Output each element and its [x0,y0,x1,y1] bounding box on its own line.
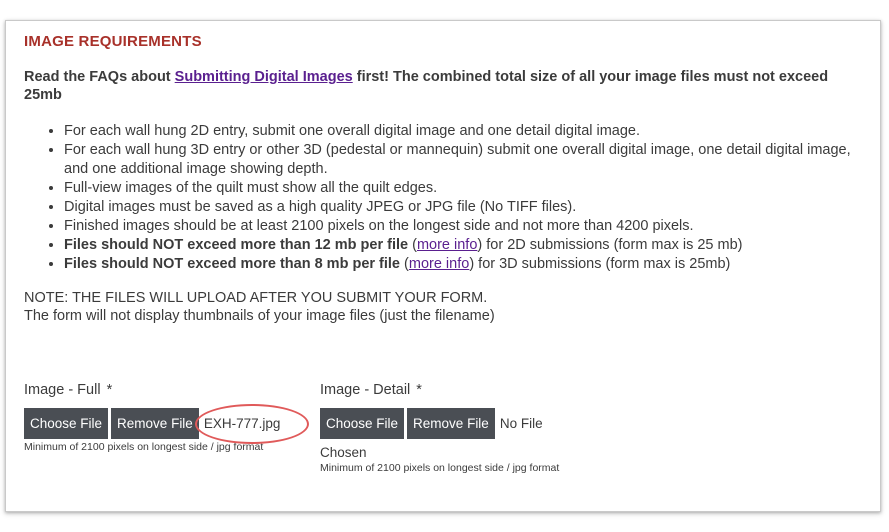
requirement-text: Full-view images of the quilt must show … [64,180,438,196]
requirement-text: Digital images must be saved as a high q… [64,199,577,215]
list-item: Files should NOT exceed more than 12 mb … [64,236,860,255]
section-title: IMAGE REQUIREMENTS [24,33,202,50]
image-full-choose-file-button[interactable]: Choose File [24,408,109,439]
image-detail-filename-cont: Chosen [320,445,367,460]
image-detail-controls: Choose File Remove File No File [320,408,610,439]
list-item: For each wall hung 3D entry or other 3D … [64,141,860,179]
list-item: Finished images should be at least 2100 … [64,217,860,236]
required-mark: * [416,382,422,398]
requirement-pre: ( [408,237,417,253]
submitting-digital-images-link[interactable]: Submitting Digital Images [175,69,353,85]
more-info-link-3d[interactable]: more info [409,256,469,272]
requirement-bold: Files should NOT exceed more than 8 mb p… [64,256,400,272]
requirement-text: For each wall hung 2D entry, submit one … [64,123,641,139]
intro-prefix: Read the FAQs about [24,69,175,85]
intro-text: Read the FAQs about Submitting Digital I… [24,68,850,104]
image-detail-label: Image - Detail * [320,380,610,400]
image-full-label: Image - Full * [24,380,314,400]
requirement-post: ) for 3D submissions (form max is 25mb) [469,256,731,272]
requirement-post: ) for 2D submissions (form max is 25 mb) [477,237,743,253]
more-info-link-2d[interactable]: more info [417,237,477,253]
image-detail-hint: Minimum of 2100 pixels on longest side /… [320,462,560,474]
upload-note: NOTE: THE FILES WILL UPLOAD AFTER YOU SU… [24,289,850,325]
note-line-1: NOTE: THE FILES WILL UPLOAD AFTER YOU SU… [24,290,488,306]
image-full-controls: Choose File Remove File EXH-777.jpg [24,404,314,444]
required-mark: * [106,382,113,398]
image-full-field: Image - Full * Choose File Remove File EX… [24,380,314,453]
image-full-hint: Minimum of 2100 pixels on longest side /… [24,441,264,453]
note-line-2: The form will not display thumbnails of … [24,308,495,324]
image-requirements-panel: IMAGE REQUIREMENTS Read the FAQs about S… [5,20,881,512]
list-item: For each wall hung 2D entry, submit one … [64,122,860,141]
requirement-pre: ( [400,256,409,272]
requirement-text: For each wall hung 3D entry or other 3D … [64,142,851,177]
requirement-bold: Files should NOT exceed more than 12 mb … [64,237,409,253]
image-full-filename: EXH-777.jpg [194,404,309,444]
image-detail-choose-file-button[interactable]: Choose File [320,408,405,439]
image-full-label-text: Image - Full [24,382,101,398]
image-detail-field: Image - Detail * Choose File Remove File … [320,380,610,474]
list-item: Full-view images of the quilt must show … [64,179,860,198]
image-full-filename-text: EXH-777.jpg [203,416,281,431]
image-full-remove-file-button[interactable]: Remove File [111,408,199,439]
requirement-text: Finished images should be at least 2100 … [64,218,694,234]
requirements-list: For each wall hung 2D entry, submit one … [24,122,860,274]
list-item: Digital images must be saved as a high q… [64,198,860,217]
list-item: Files should NOT exceed more than 8 mb p… [64,255,860,274]
image-detail-label-text: Image - Detail [320,382,411,398]
image-detail-filename: No File [499,416,543,431]
image-detail-remove-file-button[interactable]: Remove File [407,408,495,439]
